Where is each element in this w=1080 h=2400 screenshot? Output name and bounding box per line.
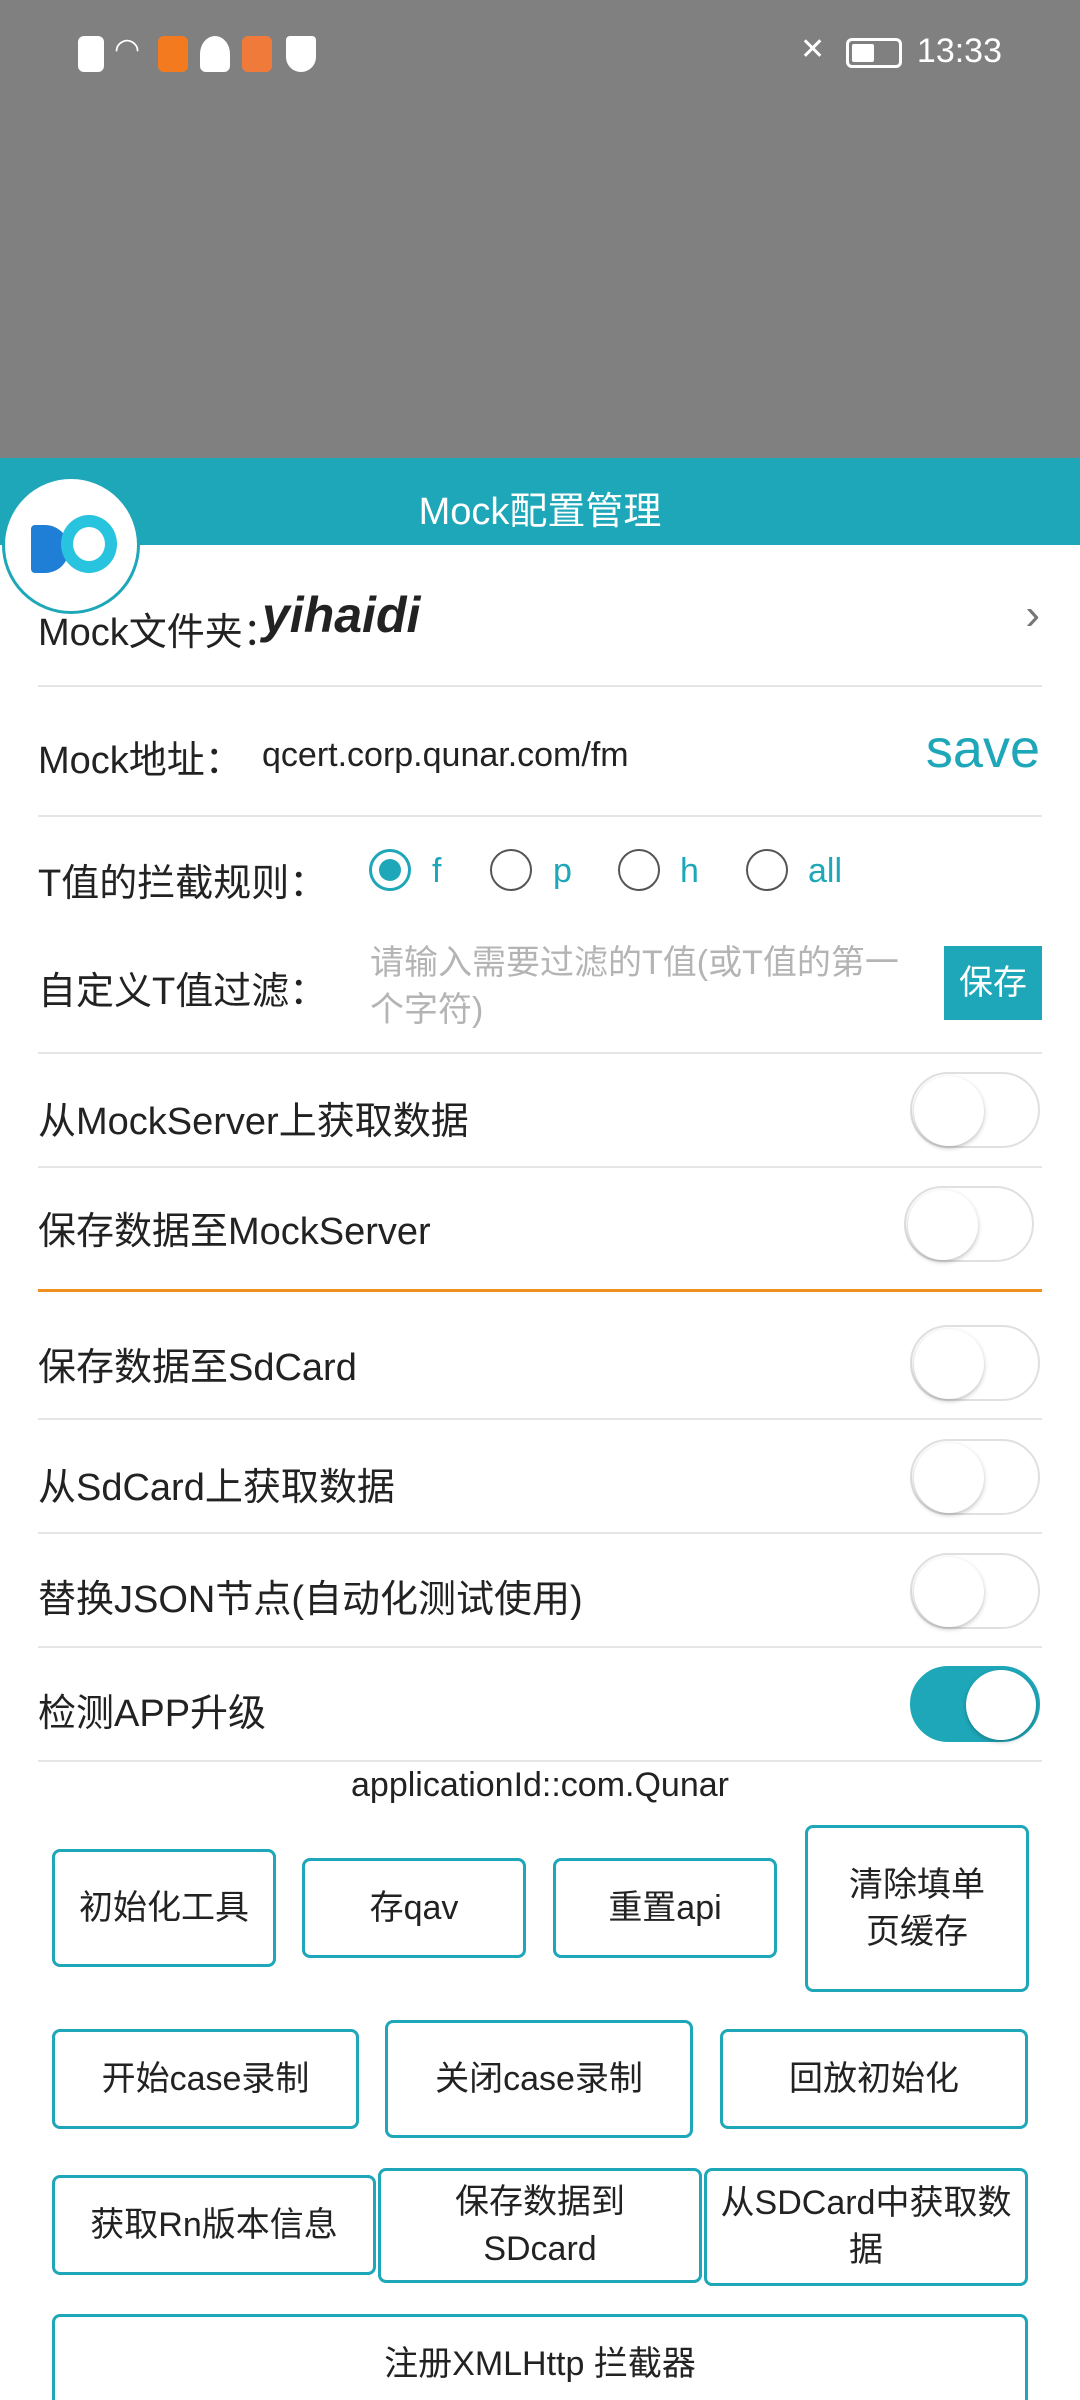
- get-from-sdcard-button[interactable]: 从SDCard中获取数据: [704, 2168, 1028, 2286]
- clear-form-cache-button[interactable]: 清除填单页缓存: [805, 1825, 1029, 1992]
- toggle-row-replace-json: 替换JSON节点(自动化测试使用): [38, 1534, 1042, 1648]
- toggle-row-get-sdcard: 从SdCard上获取数据: [38, 1420, 1042, 1534]
- t-filter-label: 自定义T值过滤：: [38, 971, 328, 1013]
- get-mockserver-toggle[interactable]: [910, 1072, 1040, 1148]
- reset-api-button[interactable]: 重置api: [553, 1858, 777, 1958]
- title-bar: Mock配置管理: [0, 458, 1080, 545]
- shield-icon: [286, 36, 316, 72]
- radio-p-label[interactable]: p: [553, 852, 572, 891]
- get-rn-version-button[interactable]: 获取Rn版本信息: [52, 2175, 376, 2275]
- start-case-record-button[interactable]: 开始case录制: [52, 2029, 359, 2129]
- toggle-row-get-mockserver: 从MockServer上获取数据: [38, 1054, 1042, 1168]
- uc-browser-icon: [158, 36, 188, 72]
- toggle-label: 保存数据至MockServer: [38, 1211, 431, 1253]
- save-qav-button[interactable]: 存qav: [302, 1858, 526, 1958]
- t-filter-input[interactable]: 请输入需要过滤的T值(或T值的第一个字符): [370, 940, 910, 1034]
- mock-folder-label: Mock文件夹：: [38, 612, 281, 654]
- toggle-row-save-mockserver: 保存数据至MockServer: [38, 1168, 1042, 1289]
- mock-folder-value: yihaidi: [262, 587, 421, 643]
- register-xmlhttp-button[interactable]: 注册XMLHttp 拦截器: [52, 2314, 1028, 2400]
- toggle-label: 从SdCard上获取数据: [38, 1467, 395, 1509]
- radio-h-label[interactable]: h: [680, 852, 699, 891]
- get-sdcard-toggle[interactable]: [910, 1439, 1040, 1515]
- radio-p[interactable]: [490, 849, 532, 891]
- toggle-label: 替换JSON节点(自动化测试使用): [38, 1579, 583, 1621]
- toggle-label: 从MockServer上获取数据: [38, 1101, 469, 1143]
- save-sdcard-toggle[interactable]: [910, 1325, 1040, 1401]
- mock-address-label: Mock地址：: [38, 740, 243, 782]
- radio-h[interactable]: [618, 849, 660, 891]
- wifi-icon: ◠: [114, 33, 141, 66]
- t-rule-label: T值的拦截规则：: [38, 863, 328, 905]
- mock-folder-row[interactable]: Mock文件夹：: [38, 545, 1042, 687]
- alert-icon: [78, 36, 104, 72]
- page-title: Mock配置管理: [418, 491, 662, 533]
- toggle-label: 保存数据至SdCard: [38, 1347, 357, 1389]
- save-address-button[interactable]: save: [926, 718, 1040, 780]
- battery-icon: [846, 38, 902, 68]
- chevron-right-icon[interactable]: ›: [1025, 590, 1040, 640]
- mock-address-value[interactable]: qcert.corp.qunar.com/fm: [262, 736, 629, 775]
- radio-f[interactable]: [369, 849, 411, 891]
- app-icon: [242, 36, 272, 72]
- mute-icon: ✕: [800, 33, 826, 66]
- radio-all[interactable]: [746, 849, 788, 891]
- toggle-row-check-upgrade: 检测APP升级: [38, 1648, 1042, 1762]
- replay-init-button[interactable]: 回放初始化: [720, 2029, 1028, 2129]
- save-mockserver-toggle[interactable]: [904, 1186, 1034, 1262]
- t-filter-save-button[interactable]: 保存: [944, 946, 1042, 1020]
- status-bar: ◠ ✕ 13:33: [0, 0, 1080, 110]
- init-tool-button[interactable]: 初始化工具: [52, 1849, 276, 1967]
- replace-json-toggle[interactable]: [910, 1553, 1040, 1629]
- radio-f-label[interactable]: f: [432, 852, 441, 891]
- application-id: applicationId::com.Qunar: [351, 1766, 729, 1804]
- check-upgrade-toggle[interactable]: [910, 1666, 1040, 1742]
- stop-case-record-button[interactable]: 关闭case录制: [385, 2020, 693, 2138]
- qq-icon: [200, 36, 230, 72]
- radio-all-label[interactable]: all: [808, 852, 842, 891]
- toggle-row-save-sdcard: 保存数据至SdCard: [38, 1292, 1042, 1420]
- clock: 13:33: [916, 32, 1002, 70]
- save-to-sdcard-button[interactable]: 保存数据到SDcard: [378, 2168, 702, 2283]
- toggle-label: 检测APP升级: [38, 1693, 267, 1735]
